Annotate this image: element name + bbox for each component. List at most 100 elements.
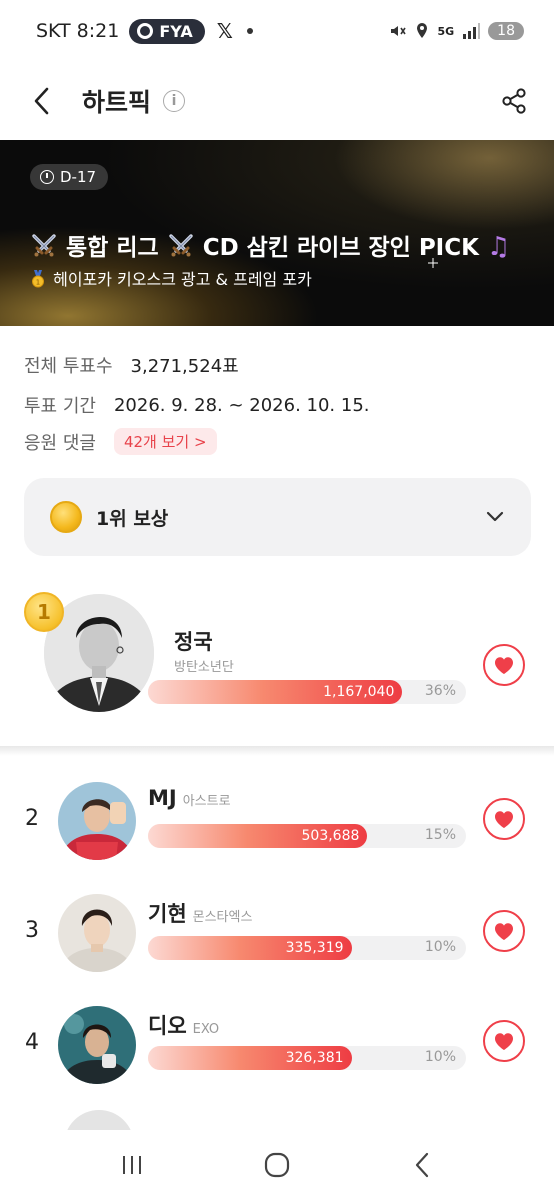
dday-badge: D-17 <box>30 164 109 190</box>
notification-pill: FYA <box>129 18 205 44</box>
vote-period-row: 투표 기간 2026. 9. 28. ~ 2026. 10. 15. <box>24 392 370 418</box>
artist-name-line: 디오 EXO <box>148 1010 219 1040</box>
vote-bar-fill: 335,319 <box>148 936 352 960</box>
app-icon <box>137 23 154 39</box>
reward-label: 1위 보상 <box>96 507 169 530</box>
svg-text:1: 1 <box>36 279 40 287</box>
heart-icon <box>495 811 513 828</box>
share-button[interactable] <box>496 83 532 119</box>
artist-name: 기현 <box>148 902 187 926</box>
info-icon[interactable]: i <box>163 90 186 112</box>
recent-apps-icon <box>123 1156 142 1174</box>
mute-icon <box>391 26 407 36</box>
view-comments-link[interactable]: 42개 보기 > <box>113 428 217 455</box>
vote-count: 335,319 <box>285 940 344 956</box>
person-photo <box>58 782 136 860</box>
artist-name-line: MJ 아스트로 <box>148 786 231 810</box>
vote-period-value: 2026. 9. 28. ~ 2026. 10. 15. <box>113 394 370 416</box>
location-icon <box>417 23 428 38</box>
clock-icon <box>40 170 54 184</box>
headline-prefix: 통합 리그 <box>66 235 159 261</box>
vote-bar-fill: 326,381 <box>148 1046 352 1070</box>
rank-number: 3 <box>25 918 39 943</box>
reward-dropdown[interactable]: 1위 보상 <box>24 478 531 556</box>
rank-number: 2 <box>25 806 39 831</box>
artist-group: EXO <box>192 1022 220 1037</box>
event-banner[interactable]: D-17 통합 리그 CD 삼킨 라이브 장인 PICK ♫ 1 헤이포카 키오… <box>0 140 554 326</box>
person-photo <box>58 1006 136 1084</box>
vote-count: 1,167,040 <box>323 684 395 700</box>
app-header: 하트픽 i <box>0 62 554 140</box>
system-nav-bar <box>0 1130 554 1200</box>
dday-text: D-17 <box>60 168 97 186</box>
total-votes-row: 전체 투표수 3,271,524표 <box>24 352 239 378</box>
system-back-button[interactable] <box>402 1145 442 1185</box>
artist-name: MJ <box>148 786 177 810</box>
vote-bar: 335,319 10% <box>148 936 466 960</box>
carrier-text: SKT <box>36 20 71 42</box>
network-label: 5G <box>437 24 455 38</box>
recent-apps-button[interactable] <box>112 1145 152 1185</box>
vote-heart-button[interactable] <box>483 798 525 840</box>
rank-row[interactable]: 4 디오 EXO 326,381 10% <box>0 1000 554 1100</box>
vote-heart-button[interactable] <box>483 644 525 686</box>
person-photo <box>58 894 136 972</box>
heart-icon <box>495 657 513 674</box>
vote-bar: 1,167,040 36% <box>148 680 466 704</box>
vote-count: 326,381 <box>285 1050 344 1066</box>
rank-1-card[interactable]: 1 정국 방탄소년단 1,167,040 36% <box>0 590 554 740</box>
back-button[interactable] <box>22 81 62 121</box>
medal-icon: 1 <box>32 270 44 288</box>
total-votes-value: 3,271,524표 <box>130 356 239 377</box>
vote-percent: 36% <box>424 683 456 699</box>
chevron-down-icon <box>486 511 504 522</box>
crossed-swords-icon <box>168 234 193 257</box>
vote-bar-fill: 503,688 <box>148 824 368 848</box>
chevron-left-icon <box>34 87 49 115</box>
back-icon <box>415 1152 428 1178</box>
home-button[interactable] <box>257 1145 297 1185</box>
rank-row[interactable]: 3 기현 몬스타엑스 335,319 10% <box>0 888 554 988</box>
banner-glow-top <box>334 140 554 230</box>
artist-name: 디오 <box>148 1014 187 1038</box>
avatar <box>58 1006 136 1084</box>
artist-name-line: 기현 몬스타엑스 <box>148 898 252 928</box>
vote-bar-fill: 1,167,040 <box>148 680 403 704</box>
share-icon <box>502 88 526 114</box>
heart-icon <box>495 1033 513 1050</box>
vote-percent: 15% <box>424 827 456 843</box>
vote-percent: 10% <box>424 1049 456 1065</box>
avatar <box>64 1110 134 1132</box>
coin-icon <box>50 501 82 533</box>
comments-row: 응원 댓글 42개 보기 > <box>24 428 217 455</box>
vote-percent: 10% <box>424 939 456 955</box>
vote-count: 503,688 <box>301 828 360 844</box>
section-divider <box>0 746 554 756</box>
battery-indicator: 18 <box>488 22 524 40</box>
avatar <box>58 782 136 860</box>
notification-dot-icon <box>246 28 253 34</box>
status-bar: SKT 8:21 FYA 𝕏 5G 18 <box>0 0 554 62</box>
vote-heart-button[interactable] <box>483 1020 525 1062</box>
rank-row[interactable]: 2 MJ 아스트로 503,688 15% <box>0 776 554 876</box>
vote-heart-button[interactable] <box>483 910 525 952</box>
banner-subtitle-text: 헤이포카 키오스크 광고 & 프레임 포카 <box>53 270 312 289</box>
artist-group: 아스트로 <box>182 794 231 809</box>
rank-1-badge: 1 <box>24 592 64 632</box>
music-note-icon: ♫ <box>486 232 511 262</box>
artist-group: 방탄소년단 <box>174 660 234 675</box>
total-votes-label: 전체 투표수 <box>24 356 113 377</box>
vote-period-label: 투표 기간 <box>24 396 96 417</box>
clock-text: 8:21 <box>76 20 120 42</box>
vote-bar: 326,381 10% <box>148 1046 466 1070</box>
sparkle-icon <box>428 258 438 268</box>
rank-row-partial <box>64 1110 134 1132</box>
avatar <box>58 894 136 972</box>
artist-group: 몬스타엑스 <box>192 910 253 925</box>
banner-headline: 통합 리그 CD 삼킨 라이브 장인 PICK ♫ <box>30 228 510 262</box>
page-title: 하트픽 <box>82 88 152 117</box>
comments-label: 응원 댓글 <box>24 432 96 454</box>
heart-icon <box>495 923 513 940</box>
pill-label: FYA <box>159 21 193 41</box>
vote-bar: 503,688 15% <box>148 824 466 848</box>
